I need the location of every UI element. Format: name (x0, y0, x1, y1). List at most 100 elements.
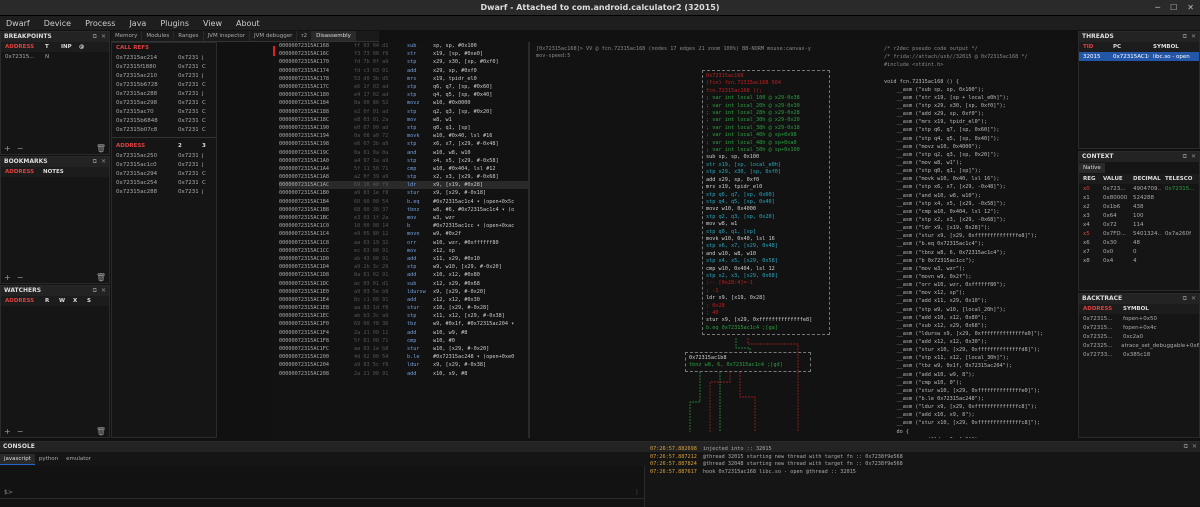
maximize-icon[interactable]: ☐ (1170, 0, 1177, 16)
trash-icon[interactable]: 🗑 (96, 427, 106, 436)
col-symbol[interactable]: SYMBOL (1149, 44, 1179, 50)
table-row[interactable]: 0x72315ac254 0x72315f1880 C (112, 178, 216, 187)
menu-view[interactable]: View (203, 19, 222, 28)
xref-col-2[interactable]: 2 (174, 143, 198, 149)
table-row[interactable]: 00000072315AC18C e8 03 01 2a mov w8, w1 (279, 116, 528, 124)
tab-python[interactable]: python (35, 454, 62, 465)
table-row[interactable]: 0x72733... 0x385c18 (1079, 350, 1199, 359)
col-s[interactable]: S (83, 298, 91, 304)
table-row[interactable]: 00000072315AC1A0 a4 97 3a a9 stp x4, x5, [x… (279, 157, 528, 165)
col-address[interactable]: ADDRESS (1, 44, 41, 50)
table-row[interactable]: 00000072315AC170 fd 7b 0f a9 stp x29, x30, … (279, 58, 528, 66)
table-row[interactable]: 00000072315AC1DC ac 03 01 d1 sub x12, x29, … (279, 279, 528, 287)
table-row[interactable]: 0x72315ac70 0x72315ac0c C (112, 107, 216, 116)
table-row[interactable]: 00000072315AC1C0 10 00 00 14 b #0x72315ac1c… (279, 222, 528, 230)
add-icon[interactable]: + (4, 427, 11, 436)
table-row[interactable]: 0x72315b6848 0x72315ac310 C (112, 116, 216, 125)
table-row[interactable]: 00000072315AC1E8 aa 83 1d f8 stur x10, [x29… (279, 304, 528, 312)
table-row[interactable]: x8 0x4 4 (1079, 256, 1199, 265)
xref-col-3[interactable]: 3 (198, 143, 206, 149)
menu-plugins[interactable]: Plugins (160, 19, 189, 28)
table-row[interactable]: 0x72315... fopen+0x50 (1079, 314, 1199, 323)
table-row[interactable]: 00000072315AC208 2a 21 00 91 add x10, x9, #… (279, 370, 528, 378)
table-row[interactable]: 00000072315AC1B8 68 00 30 37 tbnz w8, #6, #… (279, 206, 528, 214)
close-panel-icon[interactable]: ✕ (101, 286, 106, 296)
table-row[interactable]: 0x72315... fopen+0x4c (1079, 323, 1199, 332)
tab-r2[interactable]: r2 (297, 31, 313, 41)
table-row[interactable]: 00000072315AC1C4 e9 05 80 12 movn w9, #0x2f (279, 230, 528, 238)
float-icon[interactable]: ⧉ (93, 286, 97, 296)
float-icon[interactable]: ⧉ (1184, 442, 1188, 452)
tab-emulator[interactable]: emulator (62, 454, 95, 465)
close-panel-icon[interactable]: ✕ (101, 32, 106, 42)
table-row[interactable]: 00000072315AC1D8 8a 01 02 91 add x10, x12, … (279, 271, 528, 279)
close-panel-icon[interactable]: ✕ (101, 157, 106, 167)
col-tid[interactable]: TID (1079, 44, 1109, 50)
table-row[interactable]: 0x72325... 0xc2a0 (1079, 332, 1199, 341)
col-r[interactable]: R (41, 298, 55, 304)
table-row[interactable]: 0x72325... atrace_set_debuggable+0x6c (1079, 341, 1199, 350)
add-icon[interactable]: + (4, 273, 11, 282)
table-row[interactable]: 00000072315AC16C f3 73 00 f9 str x19, [sp, … (279, 50, 528, 58)
menu-java[interactable]: Java (129, 19, 146, 28)
table-row[interactable]: 00000072315AC168 ff 03 04 d1 sub sp, sp, #0… (279, 42, 528, 50)
table-row[interactable]: 0x72315f1880 0x72315ac250 C (112, 62, 216, 71)
menu-device[interactable]: Device (44, 19, 71, 28)
table-row[interactable]: 00000072315AC1D4 a9 2b 3c 29 stp w9, w10, [… (279, 263, 528, 271)
float-icon[interactable]: ⧉ (1183, 152, 1187, 162)
table-row[interactable]: 00000072315AC188 e2 0f 01 ad stp q2, q3, [s… (279, 108, 528, 116)
tab-jvm-debugger[interactable]: JVM debugger (250, 31, 298, 41)
tab-disassembly[interactable]: Disassembly (312, 31, 356, 41)
table-row[interactable]: 00000072315AC180 e4 17 02 ad stp q4, q5, [s… (279, 91, 528, 99)
table-row[interactable]: 00000072315AC1B0 a9 83 1e f8 stur x9, [x29,… (279, 189, 528, 197)
table-row[interactable]: x5 0x7FD... 5401324... 0x7a260f (1079, 229, 1199, 238)
col-notes[interactable]: NOTES (39, 169, 64, 175)
col-telescope[interactable]: TELESCO (1161, 176, 1192, 182)
table-row[interactable]: x0 0x723... 4904709... 0x72315... (1079, 184, 1199, 193)
console-menu-icon[interactable]: ⋮ (634, 489, 640, 496)
col-address[interactable]: ADDRESS (1079, 306, 1119, 312)
table-row[interactable]: 00000072315AC1AC 69 16 40 f9 ldr x9, [x19, … (279, 181, 528, 190)
trash-icon[interactable]: 🗑 (96, 273, 106, 282)
close-icon[interactable]: ✕ (1187, 0, 1194, 16)
table-row[interactable]: 00000072315AC1FC aa 03 1e b8 stur w10, [x29… (279, 345, 528, 353)
table-row[interactable]: 00000072315AC174 fd c3 03 91 add x29, sp, #… (279, 67, 528, 75)
float-icon[interactable]: ⧉ (93, 32, 97, 42)
col-pc[interactable]: PC (1109, 44, 1149, 50)
table-row[interactable]: 0x72315ac288 0x72315f1880 j (112, 187, 216, 196)
tab-native[interactable]: Native (1079, 163, 1105, 173)
table-row[interactable]: 0x72315ac214 0x72315ac224 j (112, 53, 216, 62)
col-x[interactable]: X (69, 298, 83, 304)
tab-ranges[interactable]: Ranges (174, 31, 204, 41)
menu-dwarf[interactable]: Dwarf (6, 19, 30, 28)
table-row[interactable]: 00000072315AC1F0 69 00 f8 36 tbz w9, #0x1f,… (279, 320, 528, 328)
table-row[interactable]: x1 0x80000 524288 (1079, 193, 1199, 202)
table-row[interactable]: 0x72315... N (1, 52, 109, 61)
table-row[interactable]: 00000072315AC200 4d 02 00 54 b.le #0x72315a… (279, 353, 528, 361)
close-panel-icon[interactable]: ✕ (1192, 442, 1197, 452)
table-row[interactable]: x7 0x0 0 (1079, 247, 1199, 256)
col-inp[interactable]: INP (57, 44, 75, 50)
table-row[interactable]: 0x72315b07c8 0x72315f1f0 C (112, 125, 216, 134)
table-row[interactable]: 0x72315ac210 0x72315ac250 j (112, 71, 216, 80)
tab-jvm-inspector[interactable]: JVM inspector (204, 31, 251, 41)
remove-icon[interactable]: − (17, 273, 24, 282)
table-row[interactable]: 00000072315AC204 a9 83 5c f8 ldur x9, [x29,… (279, 361, 528, 369)
table-row[interactable]: 00000072315AC17C e6 1f 03 ad stp q6, q7, [s… (279, 83, 528, 91)
table-row[interactable]: 00000072315AC1A4 5f 11 50 71 cmp w10, #0x40… (279, 165, 528, 173)
add-icon[interactable]: + (4, 144, 11, 153)
table-row[interactable]: x4 0x72 114 (1079, 220, 1199, 229)
tab-modules[interactable]: Modules (142, 31, 175, 41)
table-row[interactable]: 0x72315ac250 0x72315ac210 j (112, 151, 216, 160)
table-row[interactable]: 00000072315AC1C8 aa 03 19 32 orr w10, wzr, … (279, 239, 528, 247)
table-row[interactable]: 00000072315AC1CC ec 03 00 91 mov x12, sp (279, 247, 528, 255)
close-panel-icon[interactable]: ✕ (1191, 152, 1196, 162)
close-panel-icon[interactable]: ✕ (1191, 32, 1196, 42)
table-row[interactable]: 0x72315ac298 0x72315ac294 C (112, 98, 216, 107)
table-row[interactable]: 00000072315AC1B4 60 00 00 54 b.eq #0x72315a… (279, 198, 528, 206)
trash-icon[interactable]: 🗑 (96, 144, 106, 153)
table-row[interactable]: 00000072315AC1E0 a9 03 5e b8 ldursw x9, [x2… (279, 288, 528, 296)
table-row[interactable]: x2 0x1b6 438 (1079, 202, 1199, 211)
col-decimal[interactable]: DECIMAL (1129, 176, 1161, 182)
table-row[interactable]: 00000072315AC1E4 8c c1 00 91 add x12, x12, … (279, 296, 528, 304)
